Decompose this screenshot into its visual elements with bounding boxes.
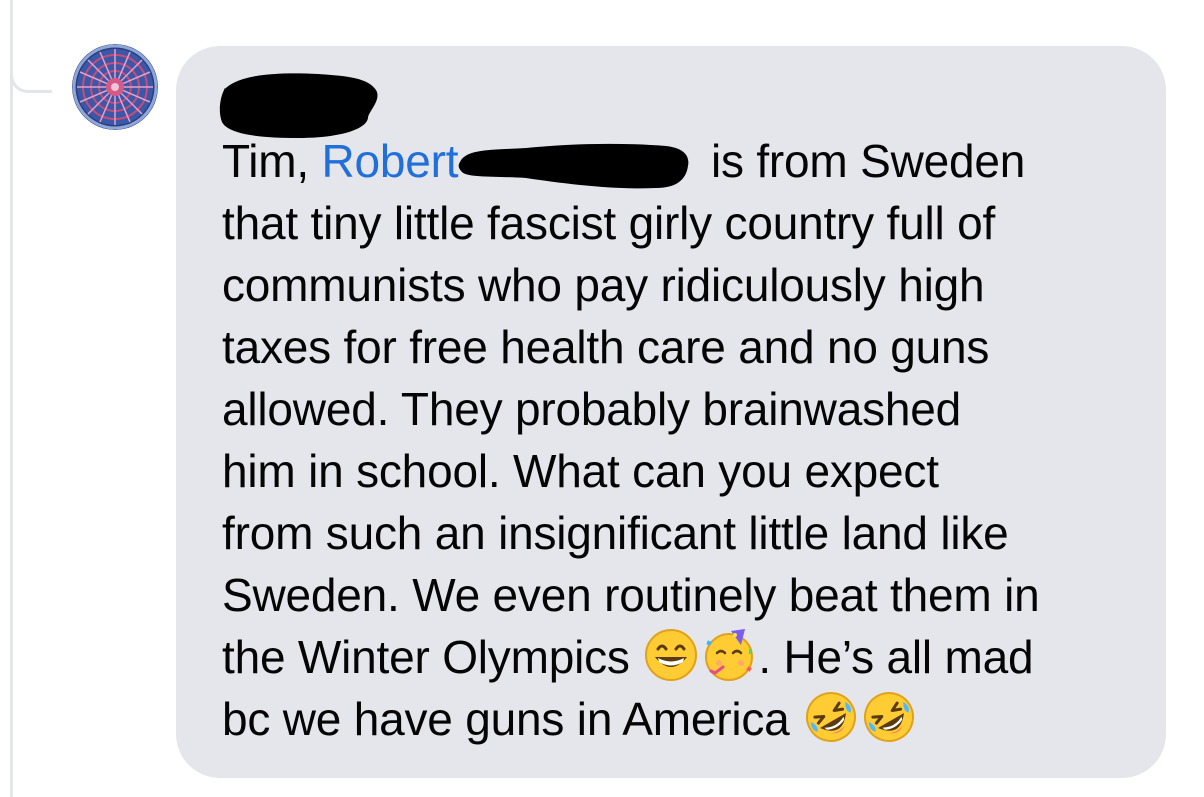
comment-author[interactable]: R ç	[219, 68, 412, 138]
comment-line-8: Sweden. We even routinely beat them in	[222, 569, 1040, 621]
partying-face-icon	[701, 627, 757, 683]
thread-connector-line	[10, 0, 13, 797]
grinning-face-icon	[643, 627, 699, 683]
line-9-text-end: . He’s all mad	[758, 631, 1034, 683]
comment-line-2: that tiny little fascist girly country f…	[222, 197, 996, 249]
comment-text: Tim, Robert is from Sweden that tiny lit…	[222, 130, 1142, 750]
comment-line-10: bc we have guns in America	[222, 688, 1142, 750]
comment-line-6: him in school. What can you expect	[222, 445, 939, 497]
comment-line-9: the Winter Olympics . He’s all mad	[222, 626, 1142, 688]
line-10-text: bc we have guns in America	[222, 693, 803, 745]
rolling-on-floor-laughing-icon	[861, 689, 917, 745]
thread-connector-branch	[10, 55, 52, 93]
avatar-image	[72, 44, 158, 130]
mentioned-user-link[interactable]: Robert	[322, 135, 459, 187]
avatar[interactable]	[72, 44, 158, 130]
comment-thread: R ç Tim, Robert is from Sweden that tiny…	[0, 0, 1204, 797]
line-1-text: is from Sweden	[698, 135, 1026, 187]
comment-line-5: allowed. They probably brainwashed	[222, 383, 962, 435]
mention-redaction	[456, 140, 692, 190]
rolling-on-floor-laughing-icon	[803, 689, 859, 745]
line-9-text-start: the Winter Olympics	[222, 631, 643, 683]
comment-line-1: Tim, Robert is from Sweden	[222, 130, 1142, 192]
comment-line-4: taxes for free health care and no guns	[222, 321, 990, 373]
comment-line-3: communists who pay ridiculously high	[222, 259, 985, 311]
comment-line-7: from such an insignificant little land l…	[222, 507, 1009, 559]
line-1-prefix: Tim,	[222, 135, 322, 187]
